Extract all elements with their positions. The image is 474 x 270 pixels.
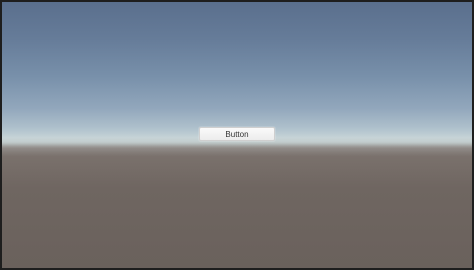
game-viewport: Button — [2, 2, 472, 268]
ui-button-label: Button — [225, 129, 249, 139]
ui-button[interactable]: Button — [199, 127, 275, 141]
